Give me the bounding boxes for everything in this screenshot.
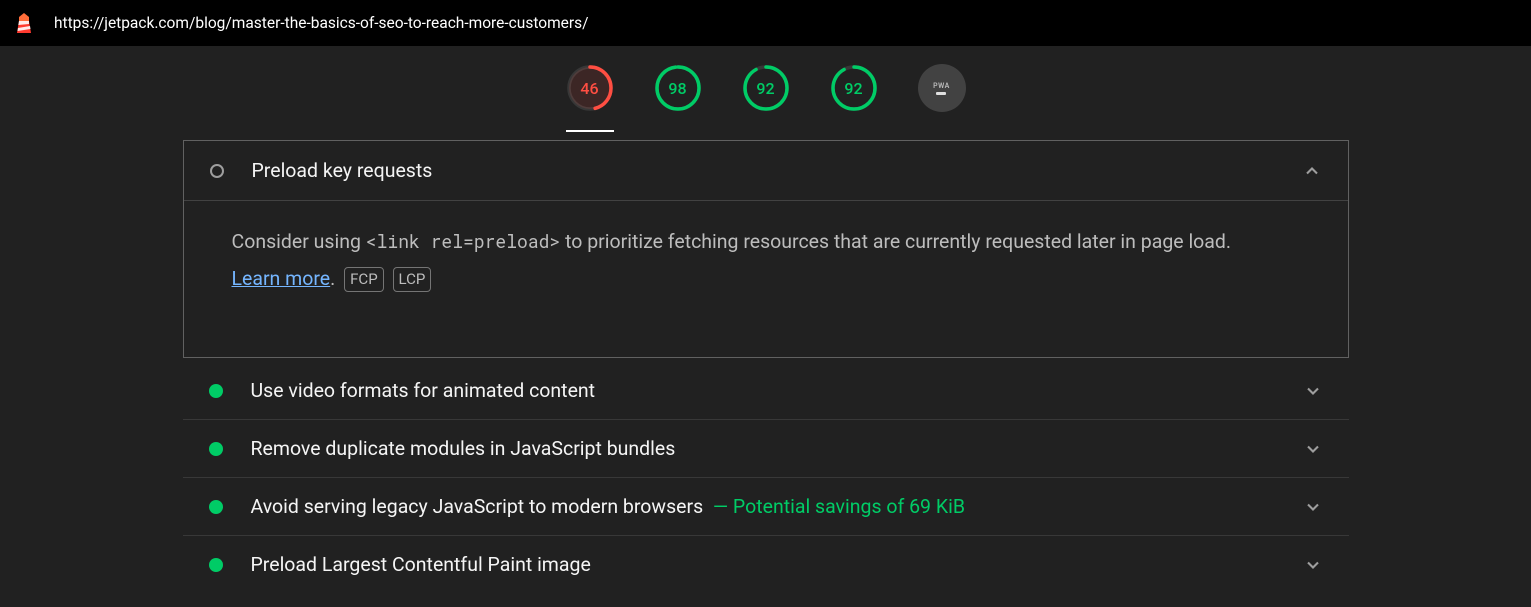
- score-value: 46: [580, 79, 598, 98]
- metric-tag-fcp: FCP: [344, 267, 384, 292]
- score-gauge-accessibility[interactable]: 98: [654, 64, 702, 132]
- pwa-dash-icon: [936, 92, 946, 95]
- status-pass-icon: [209, 384, 223, 398]
- status-circle-icon: [210, 164, 224, 178]
- chevron-down-icon: [1303, 555, 1323, 575]
- audit-title: Use video formats for animated content: [251, 379, 1303, 402]
- desc-code: <link rel=preload>: [366, 229, 560, 253]
- audit-preload-key-requests: Preload key requests Consider using <lin…: [183, 140, 1349, 358]
- status-pass-icon: [209, 558, 223, 572]
- audit-legacy-javascript[interactable]: Avoid serving legacy JavaScript to moder…: [183, 478, 1349, 536]
- audit-title: Remove duplicate modules in JavaScript b…: [251, 437, 1303, 460]
- score-gauge-performance[interactable]: 46: [566, 64, 614, 132]
- learn-more-link[interactable]: Learn more: [232, 267, 331, 290]
- status-pass-icon: [209, 500, 223, 514]
- audit-title: Preload key requests: [252, 159, 1302, 182]
- scores-bar: 46 98 92 92: [0, 46, 1531, 132]
- chevron-down-icon: [1303, 381, 1323, 401]
- chevron-up-icon: [1302, 161, 1322, 181]
- desc-pre: Consider using: [232, 230, 366, 253]
- audit-header[interactable]: Preload key requests: [184, 141, 1348, 201]
- desc-post: to prioritize fetching resources that ar…: [560, 230, 1231, 253]
- audit-title: Avoid serving legacy JavaScript to moder…: [251, 495, 1303, 518]
- score-gauge-pwa[interactable]: PWA: [918, 64, 966, 132]
- status-pass-icon: [209, 442, 223, 456]
- savings-text: Potential savings of 69 KiB: [733, 495, 965, 518]
- audit-duplicate-modules[interactable]: Remove duplicate modules in JavaScript b…: [183, 420, 1349, 478]
- lighthouse-logo-icon: [12, 11, 36, 35]
- score-value: 98: [668, 79, 686, 98]
- audit-description: Consider using <link rel=preload> to pri…: [184, 201, 1348, 357]
- score-value: 92: [844, 79, 862, 98]
- score-gauge-seo[interactable]: 92: [830, 64, 878, 132]
- period: .: [330, 267, 340, 290]
- chevron-down-icon: [1303, 497, 1323, 517]
- metric-tag-lcp: LCP: [393, 267, 432, 292]
- header-bar: https://jetpack.com/blog/master-the-basi…: [0, 0, 1531, 46]
- chevron-down-icon: [1303, 439, 1323, 459]
- pwa-label: PWA: [933, 82, 950, 90]
- audit-title: Preload Largest Contentful Paint image: [251, 553, 1303, 576]
- score-gauge-best-practices[interactable]: 92: [742, 64, 790, 132]
- page-url: https://jetpack.com/blog/master-the-basi…: [54, 14, 589, 32]
- score-value: 92: [756, 79, 774, 98]
- audit-preload-lcp-image[interactable]: Preload Largest Contentful Paint image: [183, 536, 1349, 593]
- audits-content: Preload key requests Consider using <lin…: [183, 132, 1349, 593]
- audit-video-formats[interactable]: Use video formats for animated content: [183, 362, 1349, 420]
